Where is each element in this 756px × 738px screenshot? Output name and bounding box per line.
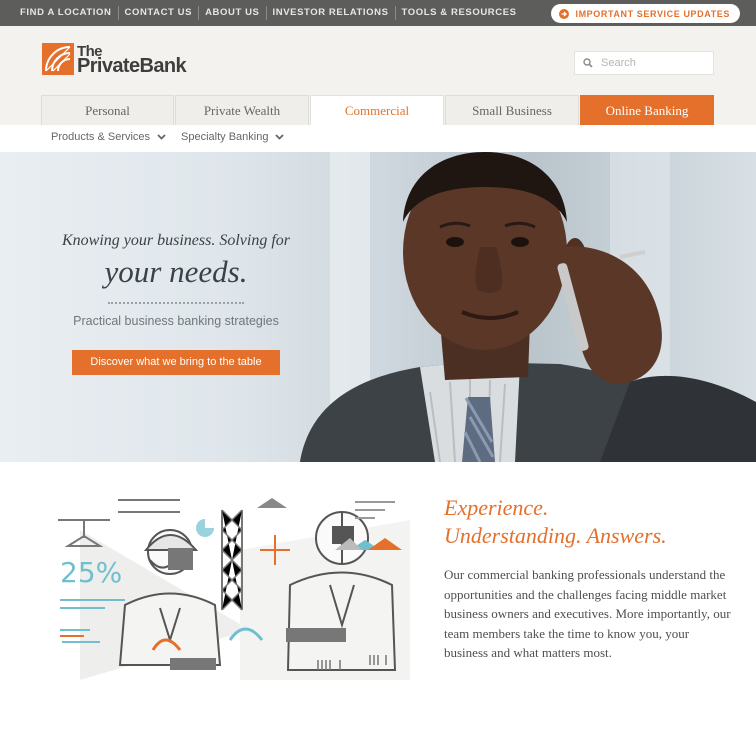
hero-banner: Knowing your business. Solving for your … xyxy=(0,152,756,462)
section-heading-line1: Experience. xyxy=(444,495,549,520)
hero-copy: Knowing your business. Solving for your … xyxy=(40,232,312,375)
section-heading: Experience. Understanding. Answers. xyxy=(444,494,734,550)
nav-tools-resources[interactable]: TOOLS & RESOURCES xyxy=(396,0,523,26)
tab-commercial[interactable]: Commercial xyxy=(310,95,444,125)
tab-online-banking[interactable]: Online Banking xyxy=(580,95,714,125)
search-icon xyxy=(583,58,593,68)
sub-nav: Products & Services Specialty Banking xyxy=(0,125,756,152)
nav-find-location[interactable]: FIND A LOCATION xyxy=(14,0,118,26)
logo-mark-icon xyxy=(42,43,74,75)
hero-headline: Knowing your business. Solving for xyxy=(61,232,290,249)
utility-nav: FIND A LOCATION CONTACT US ABOUT US INVE… xyxy=(14,0,523,26)
dotted-divider xyxy=(108,302,244,304)
main-tabs: Personal Private Wealth Commercial Small… xyxy=(41,95,714,125)
service-updates-label: IMPORTANT SERVICE UPDATES xyxy=(575,8,730,19)
service-updates-button[interactable]: IMPORTANT SERVICE UPDATES xyxy=(551,4,740,23)
search-input[interactable] xyxy=(601,57,711,69)
nav-contact-us[interactable]: CONTACT US xyxy=(119,0,199,26)
section-content: Experience. Understanding. Answers. Our … xyxy=(444,494,734,663)
percent-label: 25% xyxy=(60,556,122,589)
tab-small-business[interactable]: Small Business xyxy=(445,95,579,125)
section-body: Our commercial banking professionals und… xyxy=(444,567,731,661)
section-heading-line2: Understanding. Answers. xyxy=(444,523,667,548)
search-box[interactable] xyxy=(574,51,714,75)
logo-line2: PrivateBank xyxy=(77,55,187,77)
business-people-illustration: 25% xyxy=(58,498,410,680)
subnav-specialty-banking[interactable]: Specialty Banking xyxy=(181,131,285,143)
subnav-products-services[interactable]: Products & Services xyxy=(51,131,166,143)
nav-investor-relations[interactable]: INVESTOR RELATIONS xyxy=(267,0,395,26)
tab-personal[interactable]: Personal xyxy=(41,95,174,125)
subnav-label: Specialty Banking xyxy=(181,131,269,143)
discover-button[interactable]: Discover what we bring to the table xyxy=(72,350,280,375)
logo[interactable]: The PrivateBank xyxy=(42,43,187,77)
chevron-down-icon xyxy=(275,134,285,140)
logo-text: The PrivateBank xyxy=(77,44,187,77)
nav-about-us[interactable]: ABOUT US xyxy=(199,0,265,26)
utility-bar: FIND A LOCATION CONTACT US ABOUT US INVE… xyxy=(0,0,756,26)
hero-subtitle: Practical business banking strategies xyxy=(73,314,279,328)
subnav-label: Products & Services xyxy=(51,131,151,143)
chevron-down-icon xyxy=(157,134,166,140)
hero-headline-emphasis: your needs. xyxy=(104,254,248,289)
arrow-right-icon xyxy=(559,8,570,19)
tab-private-wealth[interactable]: Private Wealth xyxy=(175,95,309,125)
